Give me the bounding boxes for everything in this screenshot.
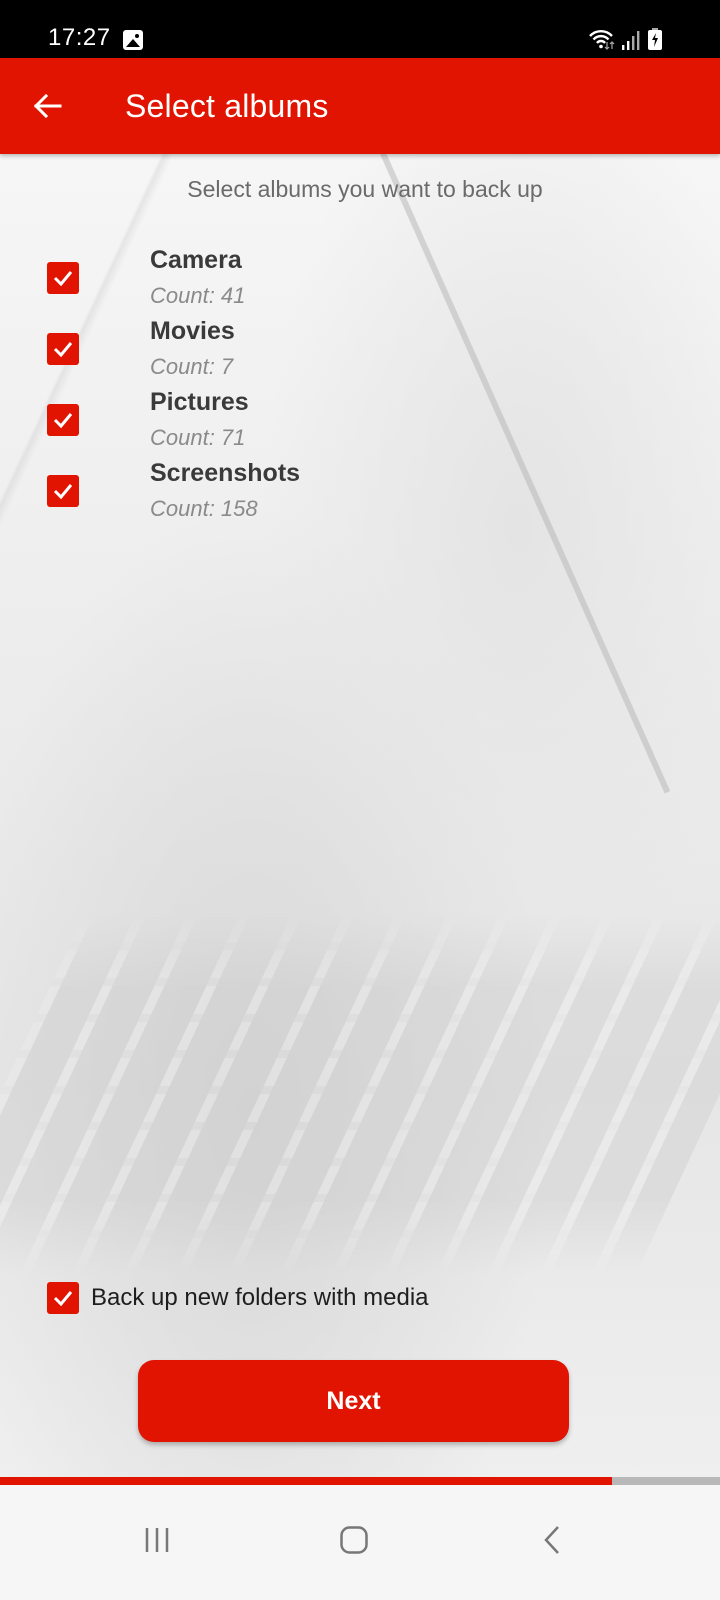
progress-fill (0, 1477, 612, 1485)
backup-new-folders-option[interactable]: Back up new folders with media (47, 1282, 429, 1314)
album-list: Camera Count: 41 Movies Count: 7 Picture… (0, 242, 720, 526)
album-count: Count: 41 (150, 283, 246, 308)
recents-icon[interactable] (127, 1510, 187, 1570)
signal-icon (622, 30, 640, 50)
checkmark-icon (53, 413, 73, 429)
album-item-movies[interactable]: Movies Count: 7 (0, 313, 720, 384)
home-icon[interactable] (324, 1510, 384, 1570)
status-time: 17:27 (48, 24, 111, 51)
album-item-screenshots[interactable]: Screenshots Count: 158 (0, 455, 720, 526)
backup-new-folders-label: Back up new folders with media (91, 1284, 429, 1311)
back-nav-icon[interactable] (523, 1510, 583, 1570)
album-name: Movies (150, 317, 235, 345)
album-checkbox[interactable] (47, 475, 79, 507)
system-nav-bar (0, 1485, 720, 1600)
album-checkbox[interactable] (47, 262, 79, 294)
album-checkbox[interactable] (47, 333, 79, 365)
next-button[interactable]: Next (138, 1360, 569, 1442)
status-bar: 17:27 (0, 0, 720, 58)
album-item-camera[interactable]: Camera Count: 41 (0, 242, 720, 313)
setup-progress-bar (0, 1477, 720, 1485)
wifi-icon (588, 28, 615, 50)
album-count: Count: 158 (150, 496, 258, 521)
checkmark-icon (53, 1291, 73, 1307)
album-name: Screenshots (150, 459, 301, 487)
checkmark-icon (53, 342, 73, 358)
backup-new-folders-checkbox[interactable] (47, 1282, 79, 1314)
battery-charging-icon (648, 28, 662, 50)
subtitle: Select albums you want to back up (187, 176, 543, 202)
page-title: Select albums (125, 88, 329, 124)
app-bar: Select albums (0, 58, 720, 154)
arrow-left-icon[interactable] (30, 88, 66, 124)
background-keyboard-decoration (0, 914, 720, 1274)
content-area: Select albums you want to back up Camera… (0, 154, 720, 1484)
album-checkbox[interactable] (47, 404, 79, 436)
album-item-pictures[interactable]: Pictures Count: 71 (0, 384, 720, 455)
gallery-notification-icon (123, 30, 143, 50)
album-name: Pictures (150, 388, 249, 416)
checkmark-icon (53, 484, 73, 500)
album-name: Camera (150, 246, 242, 274)
status-icons (588, 26, 662, 50)
album-count: Count: 7 (150, 354, 234, 379)
checkmark-icon (53, 271, 73, 287)
album-count: Count: 71 (150, 425, 246, 450)
